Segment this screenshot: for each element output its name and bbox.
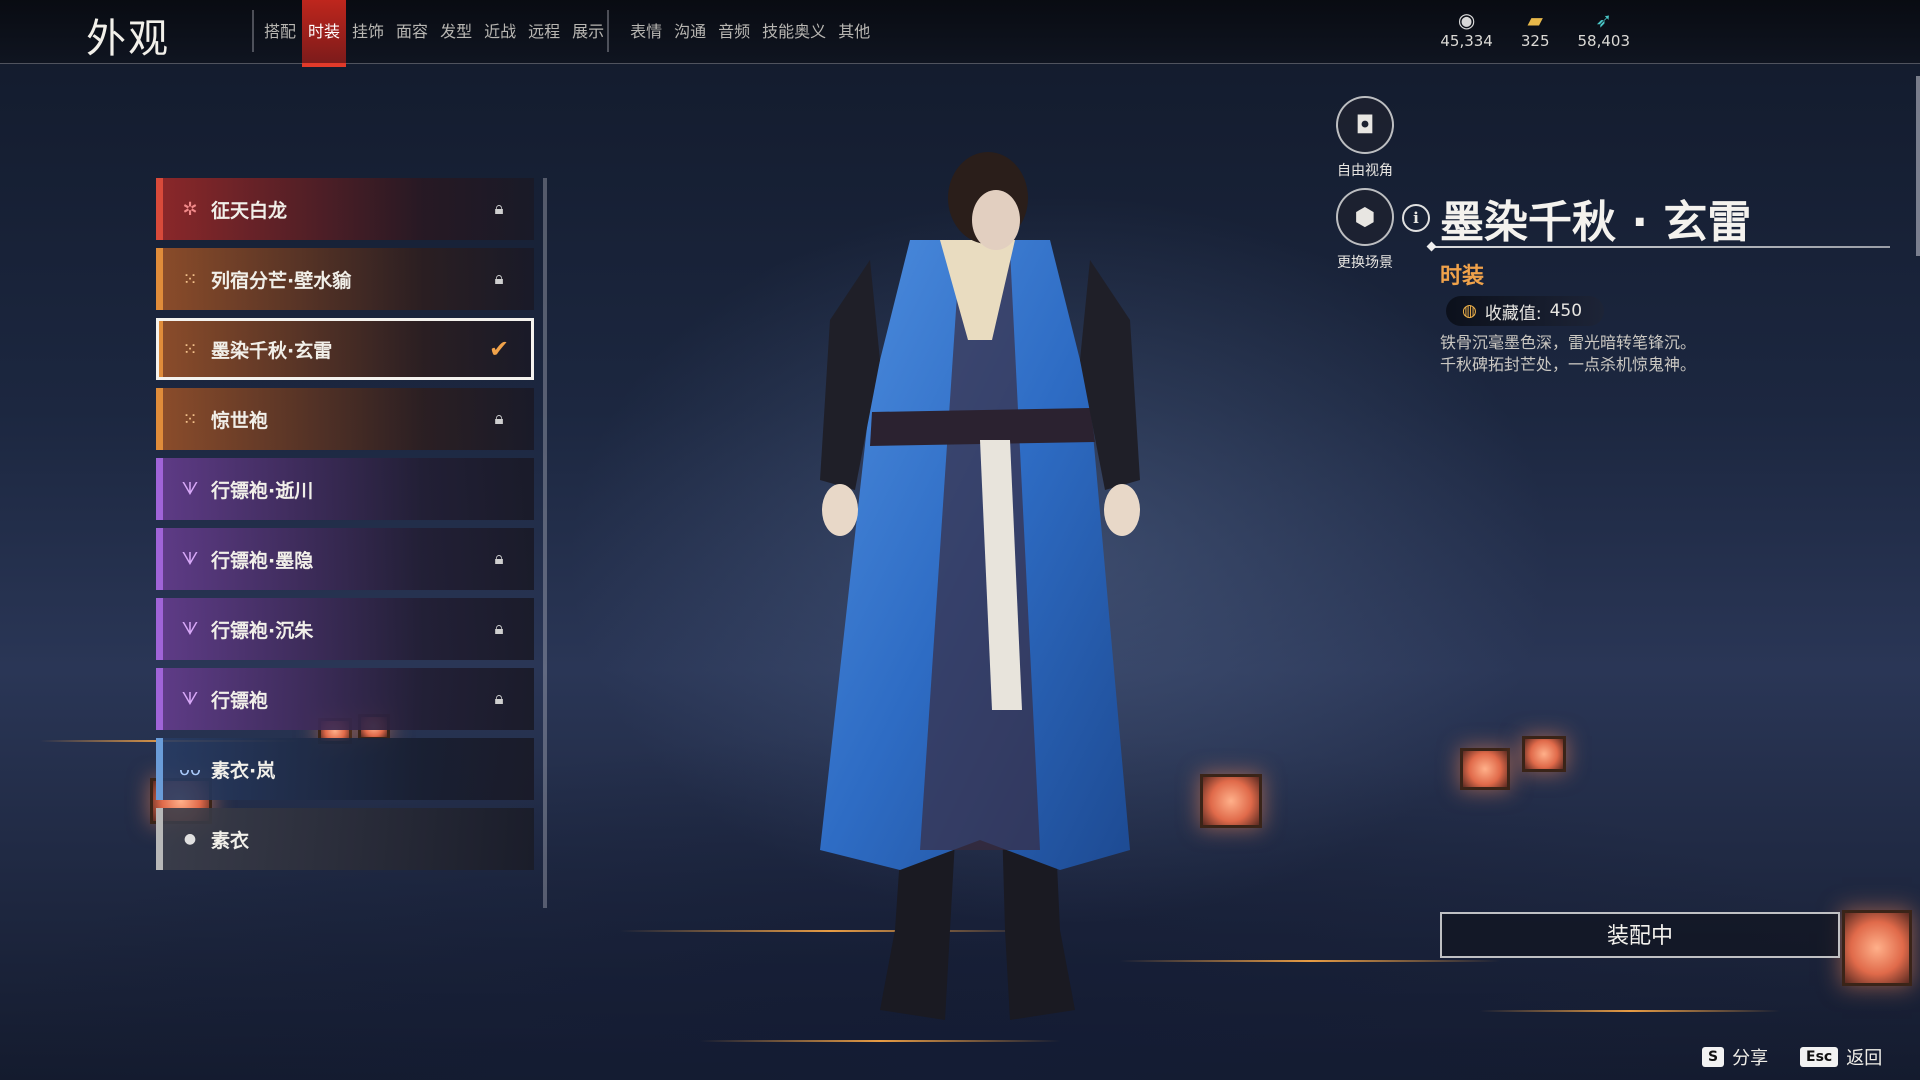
star-badge-icon: ✲ [182,198,198,220]
lock-icon: 🔒︎ [494,269,504,289]
page-title: 外观 [86,16,170,62]
tab-guashi[interactable]: 挂饰 [346,0,390,64]
title-divider [252,10,254,52]
outfit-list: ✲ 征天白龙 🔒︎ ⁙ 列宿分芒·壁水貐 🔒︎ ⁙ 墨染千秋·玄雷 ✔ ⁙ 惊世… [156,178,536,878]
outfit-item[interactable]: ⁙ 列宿分芒·壁水貐 🔒︎ [156,248,534,310]
cube-icon: ⬢ [1336,188,1394,246]
fork-badge-icon: ᗐ [181,688,199,710]
cross-badge-icon: ⁙ [182,408,198,430]
outfit-title: 墨染千秋 · 玄雷 [1440,197,1752,248]
camera-icon: ◘ [1336,96,1394,154]
tab-yinpin[interactable]: 音频 [712,0,756,64]
outfit-item[interactable]: ✲ 征天白龙 🔒︎ [156,178,534,240]
tab-jineng-aoyi[interactable]: 技能奥义 [756,0,832,64]
back-key: Esc [1800,1047,1839,1067]
drop-badge-icon: ● [183,831,197,847]
lock-icon: 🔒︎ [494,409,504,429]
wing-badge-icon: ᴗᴗ [178,758,202,780]
tab-goutong[interactable]: 沟通 [668,0,712,64]
ticket-icon: ▰ [1527,8,1543,32]
change-scene-button[interactable]: ⬢ 更换场景 [1317,188,1413,272]
collection-coin-icon: ◍ [1462,301,1477,321]
outfit-item[interactable]: ᗐ 行镖袍·逝川 [156,458,534,520]
category-tabs: 搭配 时装 挂饰 面容 发型 近战 远程 展示 表情 沟通 音频 技能奥义 其他 [258,0,876,67]
tab-jinzhan[interactable]: 近战 [478,0,522,64]
outfit-item[interactable]: ᗐ 行镖袍 🔒︎ [156,668,534,730]
title-rule [1432,246,1890,248]
cross-badge-icon: ⁙ [182,268,198,290]
fork-badge-icon: ᗐ [181,478,199,500]
lock-icon: 🔒︎ [494,689,504,709]
tab-mianrong[interactable]: 面容 [390,0,434,64]
tab-dapei[interactable]: 搭配 [258,0,302,64]
lock-icon: 🔒︎ [494,199,504,219]
currency-bar: ◉ 45,334 ▰ 325 ➶ 58,403 [1440,8,1630,50]
outfit-category: 时装 [1440,264,1485,289]
check-icon: ✔ [488,335,510,363]
tab-qita[interactable]: 其他 [832,0,876,64]
outfit-item[interactable]: ᗐ 行镖袍·墨隐 🔒︎ [156,528,534,590]
feather-icon: ➶ [1595,8,1613,32]
free-view-button[interactable]: ◘ 自由视角 [1317,96,1413,180]
lock-icon: 🔒︎ [494,619,504,639]
outfit-description: 铁骨沉毫墨色深，雷光暗转笔锋沉。 千秋碑拓封芒处，一点杀机惊鬼神。 [1440,333,1697,374]
tab-shizhuang[interactable]: 时装 [302,0,347,67]
list-scrollbar[interactable] [543,178,547,908]
outfit-item[interactable]: ● 素衣 [156,808,534,870]
right-edge-scrollbar [1916,76,1920,256]
tab-biaoqing[interactable]: 表情 [624,0,668,64]
back-hint[interactable]: Esc 返回 [1800,1044,1882,1070]
cross-badge-icon: ⁙ [182,338,198,360]
info-icon[interactable]: i [1402,204,1430,232]
character-model[interactable] [760,150,1200,1030]
coin-stack-icon: ◉ [1457,8,1476,32]
tab-zhanshi[interactable]: 展示 [566,0,610,64]
outfit-item[interactable]: ᗐ 行镖袍·沉朱 🔒︎ [156,598,534,660]
fork-badge-icon: ᗐ [181,618,199,640]
fork-badge-icon: ᗐ [181,548,199,570]
currency-tickets: ▰ 325 [1520,8,1550,50]
tab-faxing[interactable]: 发型 [434,0,478,64]
currency-coins: ◉ 45,334 [1440,8,1493,50]
share-hint[interactable]: S 分享 [1702,1044,1768,1070]
share-key: S [1702,1047,1725,1067]
currency-feathers: ➶ 58,403 [1577,8,1631,50]
collection-value-badge: ◍ 收藏值: 450 [1446,296,1605,326]
outfit-item[interactable]: ⁙ 惊世袍 🔒︎ [156,388,534,450]
lock-icon: 🔒︎ [494,549,504,569]
outfit-item-selected[interactable]: ⁙ 墨染千秋·玄雷 ✔ [156,318,534,380]
outfit-item[interactable]: ᴗᴗ 素衣·岚 [156,738,534,800]
tab-yuancheng[interactable]: 远程 [522,0,566,64]
equip-status-button[interactable]: 装配中 [1440,912,1840,958]
